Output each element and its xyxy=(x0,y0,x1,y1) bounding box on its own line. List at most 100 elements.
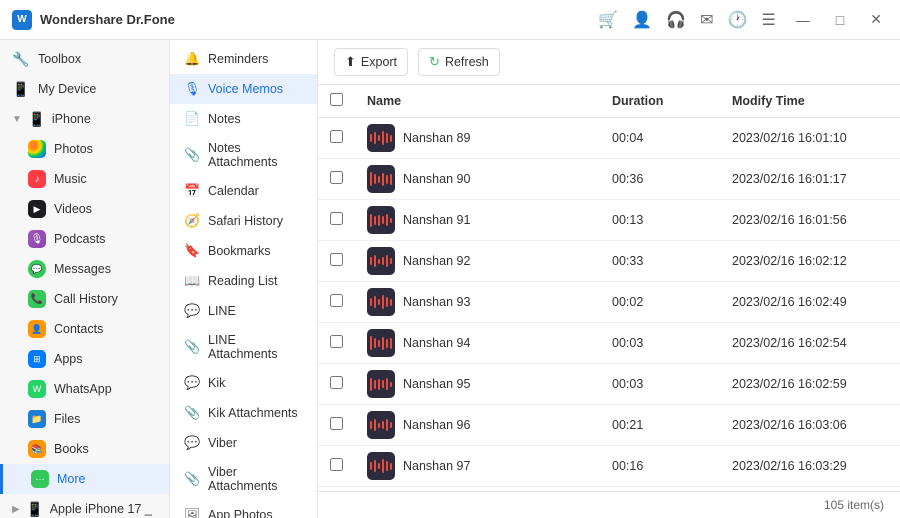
row-checkbox[interactable] xyxy=(330,376,343,389)
viber-label: Viber xyxy=(208,436,237,450)
track-thumbnail xyxy=(367,247,395,275)
sidebar-iphone-header[interactable]: ▼ 📱 iPhone xyxy=(0,104,169,134)
row-name-cell: Nanshan 89 xyxy=(355,118,600,159)
mid-nav-app-photos[interactable]: 🖼 App Photos xyxy=(170,500,317,518)
sidebar-item-call-history[interactable]: 📞 Call History xyxy=(0,284,169,314)
mid-nav-line-attachments[interactable]: 📎 LINE Attachments xyxy=(170,326,317,368)
row-checkbox[interactable] xyxy=(330,253,343,266)
track-thumbnail xyxy=(367,329,395,357)
headphone-icon[interactable]: 🎧 xyxy=(666,10,686,30)
close-button[interactable]: ✕ xyxy=(864,9,888,30)
calendar-icon: 📅 xyxy=(184,183,200,199)
whatsapp-label: WhatsApp xyxy=(54,382,112,396)
export-label: Export xyxy=(361,55,397,69)
mid-nav-reading-list[interactable]: 📖 Reading List xyxy=(170,266,317,296)
table-row: Nanshan 9500:032023/02/16 16:02:59 xyxy=(318,364,900,405)
menu-icon[interactable]: ☰ xyxy=(761,10,775,30)
mid-nav-voice-memos[interactable]: 🎙 Voice Memos xyxy=(170,74,317,104)
track-thumbnail xyxy=(367,124,395,152)
viber-icon: 💬 xyxy=(184,435,200,451)
photos-label: Photos xyxy=(54,142,93,156)
books-label: Books xyxy=(54,442,89,456)
mid-nav-kik-attachments[interactable]: 📎 Kik Attachments xyxy=(170,398,317,428)
row-duration: 00:03 xyxy=(600,323,720,364)
row-checkbox[interactable] xyxy=(330,335,343,348)
contacts-icon: 👤 xyxy=(28,320,46,338)
sidebar-item-contacts[interactable]: 👤 Contacts xyxy=(0,314,169,344)
sidebar-item-podcasts[interactable]: 🎙 Podcasts xyxy=(0,224,169,254)
sidebar-item-files[interactable]: 📁 Files xyxy=(0,404,169,434)
maximize-button[interactable]: □ xyxy=(830,10,850,30)
sidebar-item-whatsapp[interactable]: W WhatsApp xyxy=(0,374,169,404)
calendar-label: Calendar xyxy=(208,184,259,198)
sidebar-item-photos[interactable]: Photos xyxy=(0,134,169,164)
mid-nav-bookmarks[interactable]: 🔖 Bookmarks xyxy=(170,236,317,266)
select-all-checkbox[interactable] xyxy=(330,93,343,106)
safari-history-icon: 🧭 xyxy=(184,213,200,229)
content-toolbar: ⬆ Export ↻ Refresh xyxy=(318,40,900,85)
sidebar-item-music[interactable]: ♪ Music xyxy=(0,164,169,194)
minimize-button[interactable]: — xyxy=(790,10,816,30)
track-name: Nanshan 97 xyxy=(403,459,470,473)
row-modify-time: 2023/02/16 16:01:56 xyxy=(720,200,900,241)
reading-list-icon: 📖 xyxy=(184,273,200,289)
row-modify-time: 2023/02/16 16:01:10 xyxy=(720,118,900,159)
files-label: Files xyxy=(54,412,80,426)
sidebar-item-toolbox[interactable]: 🔧 Toolbox xyxy=(0,44,169,74)
refresh-button[interactable]: ↻ Refresh xyxy=(418,48,500,76)
mid-nav-reminders[interactable]: 🔔 Reminders xyxy=(170,44,317,74)
app-logo: W xyxy=(12,10,32,30)
row-checkbox[interactable] xyxy=(330,171,343,184)
mid-nav-kik[interactable]: 💬 Kik xyxy=(170,368,317,398)
row-duration: 00:03 xyxy=(600,364,720,405)
export-button[interactable]: ⬆ Export xyxy=(334,48,408,76)
track-thumbnail xyxy=(367,288,395,316)
mid-nav-notes[interactable]: 📄 Notes xyxy=(170,104,317,134)
viber-attachments-icon: 📎 xyxy=(184,471,200,487)
track-name: Nanshan 91 xyxy=(403,213,470,227)
chevron-down-icon: ▼ xyxy=(12,114,22,125)
apple-iphone12-icon: 📱 xyxy=(26,500,44,518)
app-photos-label: App Photos xyxy=(208,508,273,518)
sidebar-item-more[interactable]: ⋯ More xyxy=(0,464,169,494)
cart-icon[interactable]: 🛒 xyxy=(598,10,618,30)
toolbox-icon: 🔧 xyxy=(12,50,30,68)
mid-nav-notes-attachments[interactable]: 📎 Notes Attachments xyxy=(170,134,317,176)
status-bar: 105 item(s) xyxy=(318,491,900,518)
mid-nav-viber[interactable]: 💬 Viber xyxy=(170,428,317,458)
call-history-label: Call History xyxy=(54,292,118,306)
sidebar-item-videos[interactable]: ▶ Videos xyxy=(0,194,169,224)
col-header-checkbox xyxy=(318,85,355,118)
account-icon[interactable]: 👤 xyxy=(632,10,652,30)
more-label: More xyxy=(57,472,85,486)
row-checkbox[interactable] xyxy=(330,417,343,430)
col-header-modify-time: Modify Time xyxy=(720,85,900,118)
line-attachments-icon: 📎 xyxy=(184,339,200,355)
mid-nav-line[interactable]: 💬 LINE xyxy=(170,296,317,326)
mail-icon[interactable]: ✉ xyxy=(700,10,713,30)
table-container: Name Duration Modify Time Nanshan 8900:0… xyxy=(318,85,900,491)
music-icon: ♪ xyxy=(28,170,46,188)
sidebar-item-my-device[interactable]: 📱 My Device xyxy=(0,74,169,104)
track-thumbnail xyxy=(367,370,395,398)
sidebar-apple-iphone12-header[interactable]: ▶ 📱 Apple iPhone 17 _ xyxy=(0,494,169,518)
messages-icon: 💬 xyxy=(28,260,46,278)
row-checkbox[interactable] xyxy=(330,294,343,307)
mid-nav-safari-history[interactable]: 🧭 Safari History xyxy=(170,206,317,236)
history-icon[interactable]: 🕐 xyxy=(728,10,748,30)
row-checkbox[interactable] xyxy=(330,458,343,471)
table-row: Nanshan 9200:332023/02/16 16:02:12 xyxy=(318,241,900,282)
row-name-cell: Nanshan 95 xyxy=(355,364,600,405)
sidebar-item-apps[interactable]: ⊞ Apps xyxy=(0,344,169,374)
mid-nav-calendar[interactable]: 📅 Calendar xyxy=(170,176,317,206)
row-checkbox[interactable] xyxy=(330,212,343,225)
row-checkbox[interactable] xyxy=(330,130,343,143)
table-row: Nanshan 9400:032023/02/16 16:02:54 xyxy=(318,323,900,364)
sidebar-item-books[interactable]: 📚 Books xyxy=(0,434,169,464)
sidebar-item-messages[interactable]: 💬 Messages xyxy=(0,254,169,284)
mid-nav-viber-attachments[interactable]: 📎 Viber Attachments xyxy=(170,458,317,500)
reminders-icon: 🔔 xyxy=(184,51,200,67)
music-label: Music xyxy=(54,172,87,186)
row-modify-time: 2023/02/16 16:03:06 xyxy=(720,405,900,446)
whatsapp-icon: W xyxy=(28,380,46,398)
